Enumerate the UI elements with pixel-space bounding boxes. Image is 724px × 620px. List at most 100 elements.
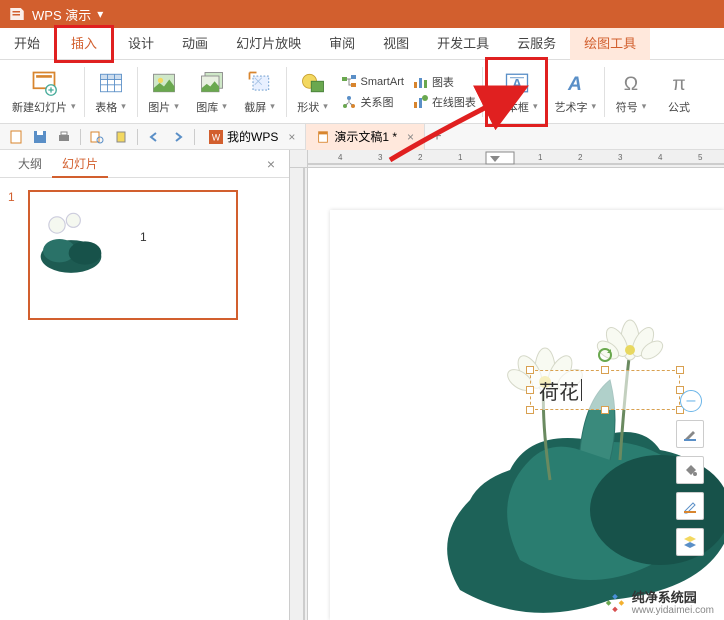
ribbon-picture[interactable]: 图片 [140,62,188,122]
layers-icon [682,534,698,550]
separator [84,67,85,117]
menu-insert-highlight: 插入 [54,25,114,63]
separator [482,67,483,117]
ribbon-online-chart[interactable]: 在线图表 [412,94,476,110]
ribbon-screenshot[interactable]: 截屏 [236,62,284,122]
save-icon[interactable] [32,129,48,145]
menu-design[interactable]: 设计 [114,28,168,60]
ribbon-smartart[interactable]: SmartArt [341,74,404,90]
panel-tabs: 大纲 幻灯片 × [0,150,289,178]
float-shadow-button[interactable] [676,456,704,484]
float-fill-button[interactable] [676,420,704,448]
svg-text:3: 3 [618,153,623,162]
picture-label: 图片 [148,99,179,115]
ribbon: 新建幻灯片 表格 图片 图库 截屏 形状 SmartArt 关系图 图表 [0,60,724,124]
menu-devtools[interactable]: 开发工具 [423,28,503,60]
print-icon[interactable] [56,129,72,145]
new-slide-icon [30,69,58,97]
menu-animation[interactable]: 动画 [168,28,222,60]
app-title: WPS 演示 [32,5,91,24]
menu-cloud[interactable]: 云服务 [503,28,570,60]
menu-view[interactable]: 视图 [369,28,423,60]
rotate-handle-icon[interactable] [597,347,613,363]
menu-start[interactable]: 开始 [0,28,54,60]
ribbon-relation[interactable]: 关系图 [341,94,404,110]
float-outline-button[interactable] [676,492,704,520]
document-tab[interactable]: 演示文稿1 * × [306,124,425,150]
screenshot-icon [246,69,274,97]
svg-text:2: 2 [578,153,583,162]
textbox-label: 文本框 [496,99,538,115]
svg-text:Ω: Ω [624,74,638,95]
ribbon-textbox[interactable]: A 文本框 [490,62,544,122]
ribbon-wordart[interactable]: A 艺术字 [548,62,602,122]
tab-close-icon[interactable]: × [407,130,414,144]
menubar: 开始 插入 设计 动画 幻灯片放映 审阅 视图 开发工具 云服务 绘图工具 [0,28,724,60]
ribbon-shape[interactable]: 形状 [289,62,337,122]
thumbnail-row: 1 1 [8,190,281,320]
horizontal-ruler: 4 3 2 1 1 2 3 4 5 [308,150,724,168]
selected-textbox[interactable]: 荷花 [530,370,680,410]
float-delete-button[interactable]: – [680,390,702,412]
ribbon-symbol[interactable]: Ω 符号 [607,62,655,122]
relation-label: 关系图 [361,94,394,110]
ribbon-gallery[interactable]: 图库 [188,62,236,122]
svg-text:A: A [567,74,582,95]
vertical-ruler [290,168,308,620]
wps-tab-icon: W [209,130,223,144]
doc-tab-label: 演示文稿1 * [334,128,397,145]
resize-handle[interactable] [526,366,534,374]
add-tab-button[interactable]: + [425,128,449,146]
ribbon-smartart-col: SmartArt 关系图 [337,62,408,122]
menu-insert[interactable]: 插入 [57,28,111,60]
outline-edit-icon [682,498,698,514]
resize-handle[interactable] [601,406,609,414]
textbox-highlight: A 文本框 [485,57,549,127]
menu-review[interactable]: 审阅 [315,28,369,60]
svg-text:4: 4 [338,153,343,162]
watermark: 纯净系统园 www.yidaimei.com [604,591,714,616]
float-arrange-button[interactable] [676,528,704,556]
svg-text:1: 1 [538,153,543,162]
new-slide-label: 新建幻灯片 [12,99,76,115]
resize-handle[interactable] [676,366,684,374]
paste-icon[interactable] [113,129,129,145]
slide-thumbnail[interactable]: 1 [28,190,238,320]
menu-slideshow[interactable]: 幻灯片放映 [222,28,315,60]
online-chart-icon [412,94,428,110]
svg-text:5: 5 [698,153,703,162]
separator [194,129,195,145]
document-tabs: W 我的WPS × 演示文稿1 * × + [199,124,449,150]
svg-text:π: π [672,74,685,95]
panel-close-icon[interactable]: × [261,156,281,172]
ribbon-table[interactable]: 表格 [87,62,135,122]
textbox-icon: A [503,69,531,97]
table-label: 表格 [95,99,126,115]
smartart-label: SmartArt [361,76,404,88]
panel-tab-outline[interactable]: 大纲 [8,150,52,178]
resize-handle[interactable] [526,386,534,394]
wordart-label: 艺术字 [554,99,596,115]
table-icon [97,69,125,97]
ribbon-new-slide[interactable]: 新建幻灯片 [6,62,82,122]
slide-canvas[interactable]: 荷花 – [330,210,724,620]
shape-label: 形状 [297,99,328,115]
resize-handle[interactable] [526,406,534,414]
print-preview-icon[interactable] [89,129,105,145]
undo-icon[interactable] [146,129,162,145]
redo-icon[interactable] [170,129,186,145]
thumb-lotus-art [36,204,106,274]
title-dropdown-icon[interactable]: ▾ [97,7,103,21]
svg-text:2: 2 [418,153,423,162]
new-file-icon[interactable] [8,129,24,145]
menu-drawtools[interactable]: 绘图工具 [570,28,650,60]
panel-tab-slides[interactable]: 幻灯片 [52,150,108,178]
wps-home-tab[interactable]: W 我的WPS × [199,124,306,150]
gallery-label: 图库 [196,99,227,115]
tab-close-icon[interactable]: × [288,130,295,144]
ribbon-chart[interactable]: 图表 [412,74,476,90]
screenshot-label: 截屏 [244,99,275,115]
watermark-url: www.yidaimei.com [632,605,714,616]
resize-handle[interactable] [601,366,609,374]
ribbon-equation[interactable]: π 公式 [655,62,703,122]
